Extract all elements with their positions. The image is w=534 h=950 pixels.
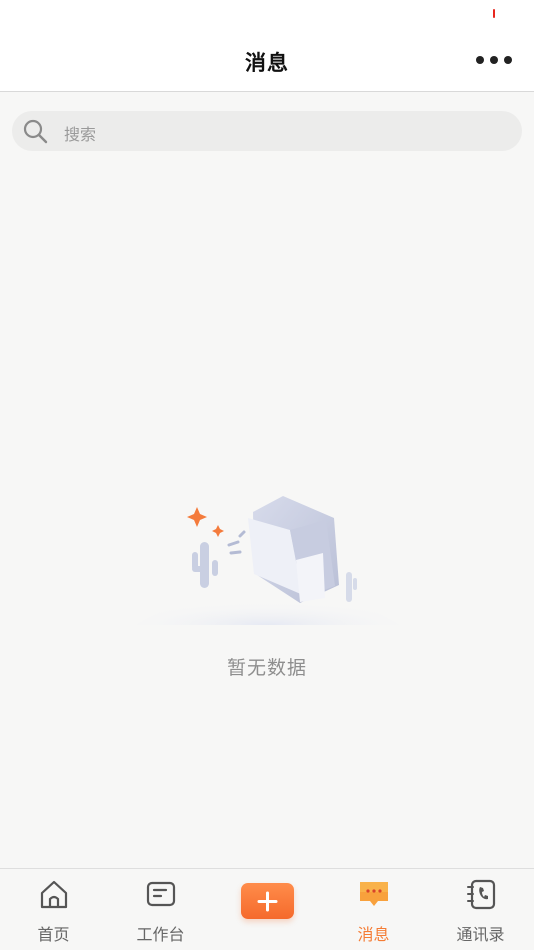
messages-page: 消息 搜索 暂无数据 首页 工作台 消息 通讯录	[0, 0, 534, 950]
tab-label: 工作台	[136, 925, 185, 944]
empty-state-illustration-icon	[135, 496, 400, 625]
tab-label: 消息	[357, 925, 390, 944]
tab-label: 通讯录	[456, 925, 505, 944]
more-dot-icon	[476, 56, 484, 64]
tab-label: 首页	[37, 925, 70, 944]
search-input[interactable]: 搜索	[12, 111, 522, 151]
add-button[interactable]	[241, 883, 294, 919]
empty-state-text: 暂无数据	[226, 657, 307, 679]
tab-home[interactable]: 首页	[0, 869, 107, 950]
tab-workbench[interactable]: 工作台	[107, 869, 214, 950]
header: 消息	[0, 32, 534, 92]
tab-messages[interactable]: 消息	[320, 869, 427, 950]
contacts-icon	[466, 879, 495, 910]
more-dot-icon	[490, 56, 498, 64]
more-dot-icon	[504, 56, 512, 64]
plus-icon	[257, 891, 278, 912]
status-indicator	[493, 9, 495, 18]
status-bar	[0, 0, 534, 32]
bottom-tab-bar: 首页 工作台 消息 通讯录	[0, 868, 534, 950]
workbench-icon	[146, 881, 175, 907]
message-icon	[359, 882, 388, 906]
search-placeholder: 搜索	[64, 125, 97, 144]
search-icon	[23, 119, 48, 144]
tab-contacts[interactable]: 通讯录	[427, 869, 534, 950]
more-options-button[interactable]	[476, 46, 512, 74]
home-icon	[40, 880, 67, 909]
page-title: 消息	[245, 51, 289, 75]
